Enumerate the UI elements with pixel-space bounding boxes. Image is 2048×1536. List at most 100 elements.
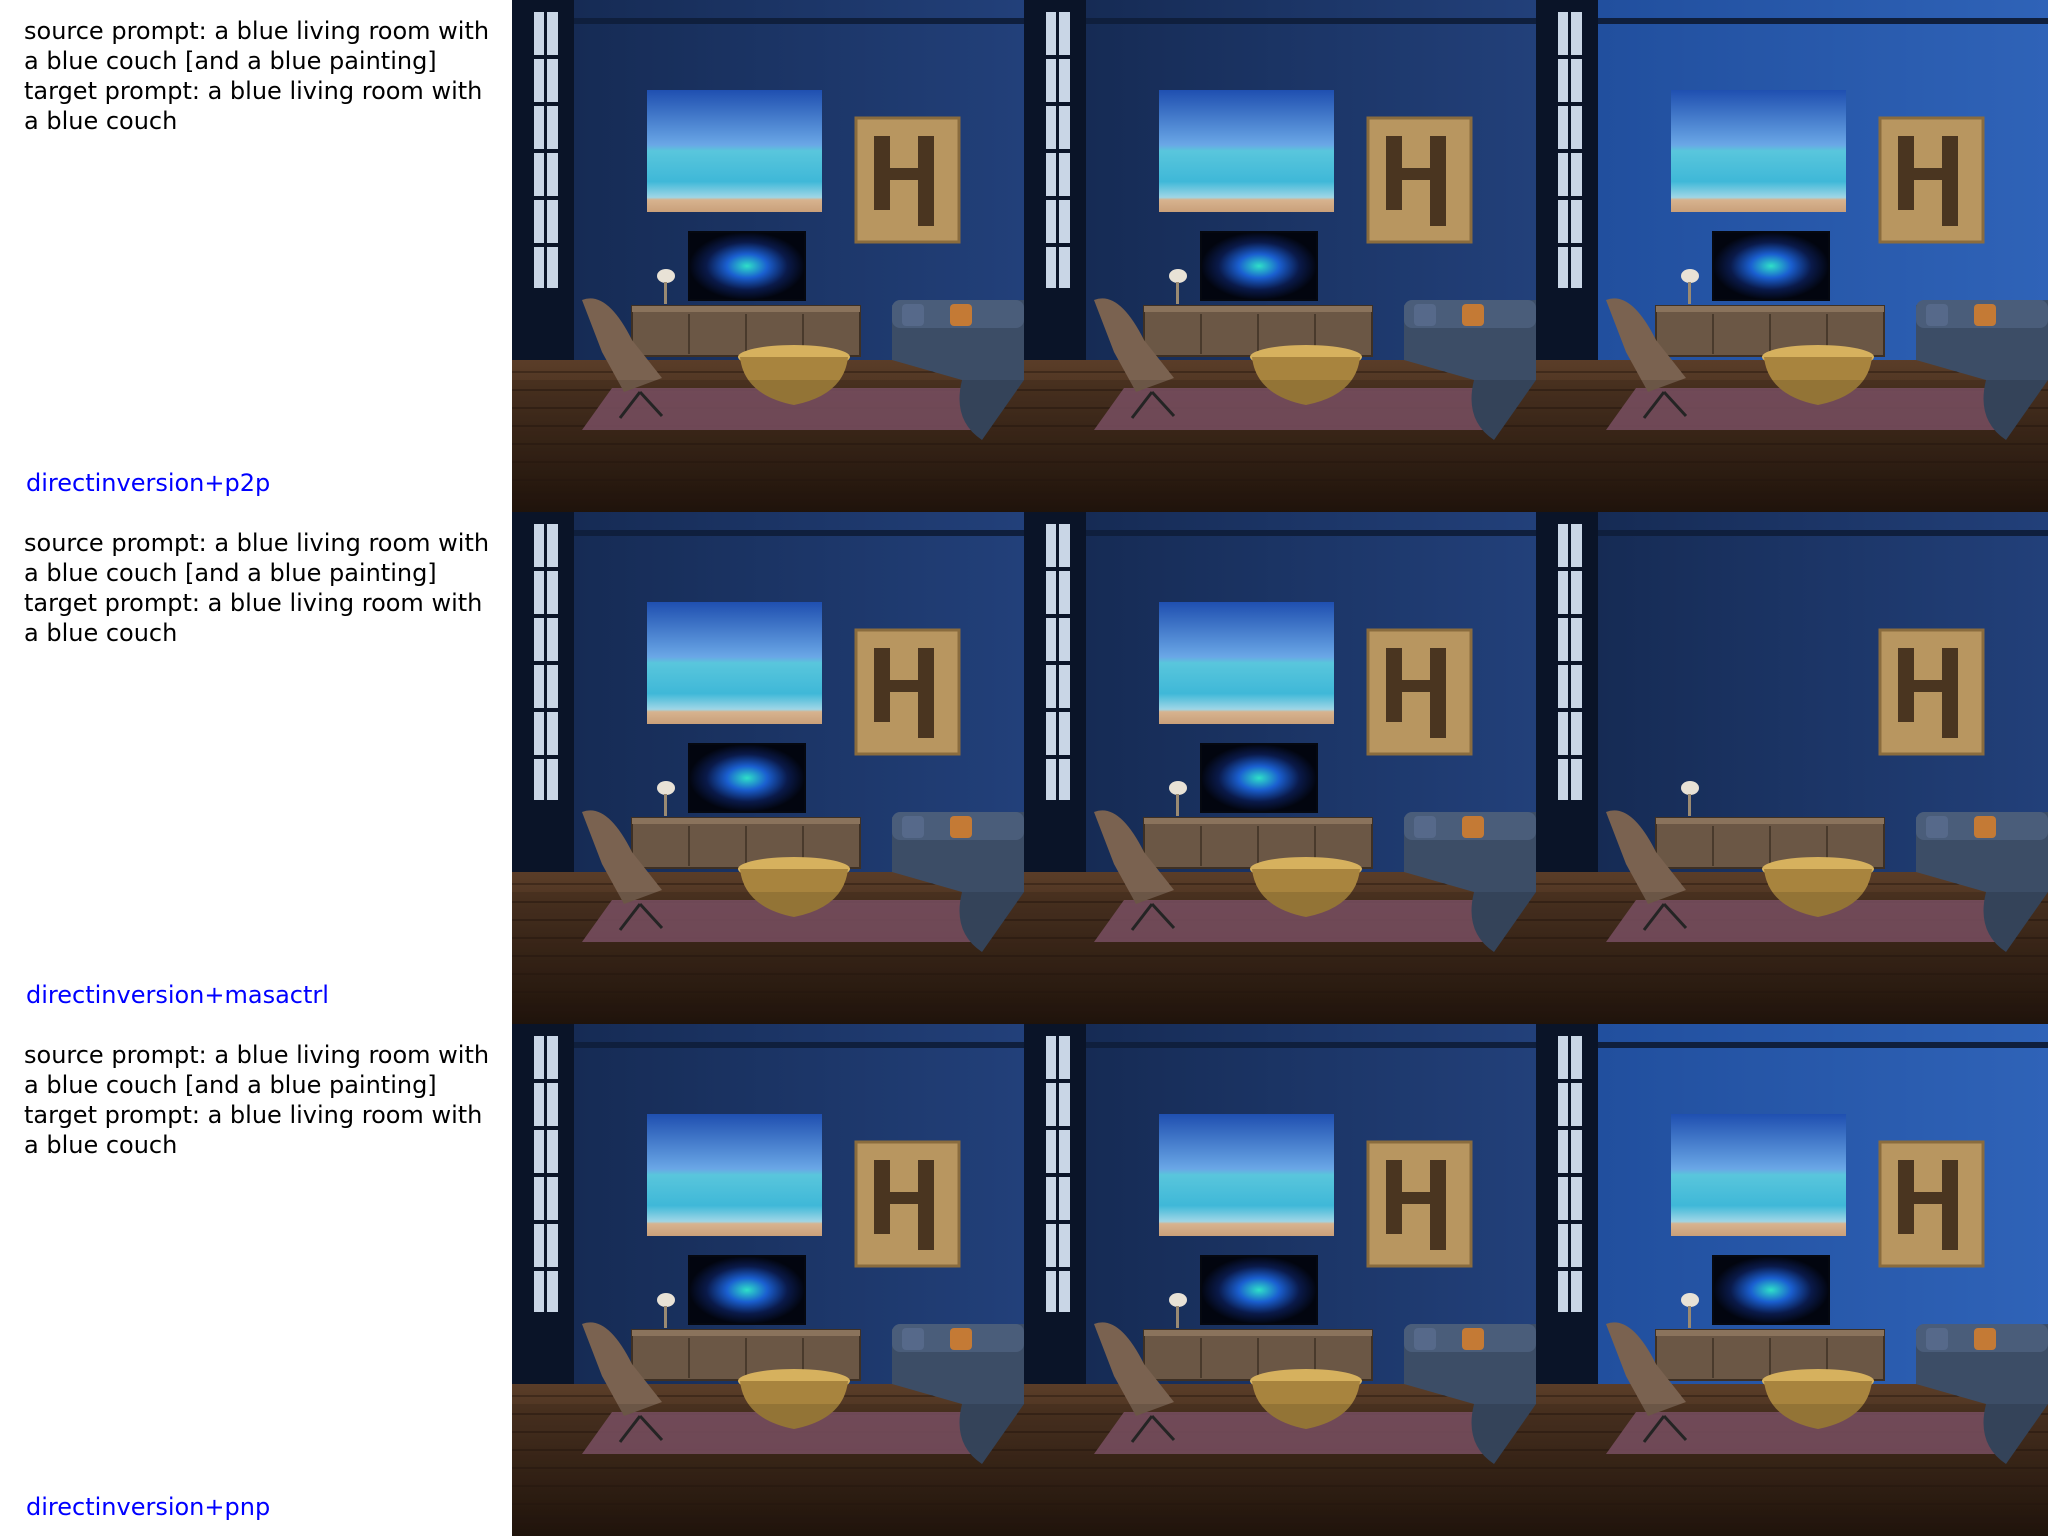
floor-shadow — [512, 1404, 1024, 1536]
lamp-shade — [1169, 781, 1187, 795]
painting — [1159, 90, 1334, 212]
window-mullion — [1568, 8, 1571, 288]
wall-art-cutout — [1386, 680, 1446, 692]
crown-molding — [572, 1042, 1024, 1048]
lamp-stand — [1176, 1306, 1179, 1328]
television — [688, 1255, 806, 1325]
comparison-row-1: source prompt: a blue living room with a… — [0, 0, 2048, 512]
lamp-stand — [1176, 282, 1179, 304]
television — [1200, 231, 1318, 301]
sideboard-top — [1144, 1330, 1372, 1336]
crown-molding — [1084, 530, 1536, 536]
image-panel-reconstruction — [1024, 0, 1536, 512]
blue-cushion — [1926, 816, 1948, 838]
orange-cushion — [1462, 304, 1484, 326]
lamp-stand — [664, 794, 667, 816]
wall-art-cutout — [1430, 648, 1446, 738]
blue-cushion — [1414, 816, 1436, 838]
image-panel-source — [512, 512, 1024, 1024]
lamp-shade — [1169, 1293, 1187, 1307]
lamp-stand — [664, 1306, 667, 1328]
room-scene — [512, 0, 1024, 512]
television — [1712, 1255, 1830, 1325]
orange-cushion — [1462, 1328, 1484, 1350]
floor-shadow — [1536, 892, 2048, 1024]
wall-art-cutout — [1430, 1160, 1446, 1250]
image-panel-source — [512, 1024, 1024, 1536]
wall-art-cutout — [1942, 136, 1958, 226]
painting — [1159, 1114, 1334, 1236]
orange-cushion — [1974, 304, 1996, 326]
orange-cushion — [1974, 1328, 1996, 1350]
orange-cushion — [1974, 816, 1996, 838]
crown-molding — [572, 18, 1024, 24]
floor-shadow — [512, 380, 1024, 512]
lamp-shade — [657, 1293, 675, 1307]
blue-cushion — [902, 816, 924, 838]
lamp-stand — [664, 282, 667, 304]
floor-shadow — [1536, 1404, 2048, 1536]
room-scene — [1024, 1024, 1536, 1536]
crown-molding — [1084, 18, 1536, 24]
television — [688, 231, 806, 301]
lamp-stand — [1176, 794, 1179, 816]
sideboard-top — [1144, 818, 1372, 824]
orange-cushion — [950, 304, 972, 326]
crown-molding — [1084, 1042, 1536, 1048]
window-mullion — [544, 8, 547, 288]
method-label: directinversion+p2p — [26, 469, 271, 497]
crown-molding — [1596, 530, 2048, 536]
orange-cushion — [950, 1328, 972, 1350]
lamp-shade — [1681, 781, 1699, 795]
wall-art-cutout — [918, 136, 934, 226]
window-mullion — [544, 1032, 547, 1312]
comparison-row-3: source prompt: a blue living room with a… — [0, 1024, 2048, 1536]
sideboard-top — [632, 818, 860, 824]
prompt-text: source prompt: a blue living room with a… — [24, 529, 490, 647]
sideboard-top — [632, 306, 860, 312]
wall-art-cutout — [874, 1192, 934, 1204]
row-label-column: source prompt: a blue living room with a… — [0, 512, 512, 1024]
image-panel-edited — [1536, 1024, 2048, 1536]
lamp-shade — [1169, 269, 1187, 283]
room-scene — [1536, 0, 2048, 512]
wall-art-cutout — [1942, 1160, 1958, 1250]
room-scene — [1536, 512, 2048, 1024]
crown-molding — [1596, 1042, 2048, 1048]
television — [688, 743, 806, 813]
painting — [1671, 90, 1846, 212]
wall-art-cutout — [918, 1160, 934, 1250]
window-mullion — [1568, 520, 1571, 800]
painting — [1159, 602, 1334, 724]
blue-cushion — [1926, 304, 1948, 326]
sideboard-top — [1144, 306, 1372, 312]
lamp-shade — [1681, 269, 1699, 283]
blue-cushion — [1414, 1328, 1436, 1350]
window-mullion — [544, 520, 547, 800]
image-panel-edited — [1536, 512, 2048, 1024]
orange-cushion — [1462, 816, 1484, 838]
window-mullion — [1568, 1032, 1571, 1312]
comparison-row-2: source prompt: a blue living room with a… — [0, 512, 2048, 1024]
lamp-stand — [1688, 1306, 1691, 1328]
orange-cushion — [950, 816, 972, 838]
crown-molding — [1596, 18, 2048, 24]
row-label-column: source prompt: a blue living room with a… — [0, 0, 512, 512]
television — [1200, 1255, 1318, 1325]
room-scene — [512, 512, 1024, 1024]
blue-cushion — [1926, 1328, 1948, 1350]
crown-molding — [572, 530, 1024, 536]
room-scene — [512, 1024, 1024, 1536]
room-scene — [1024, 0, 1536, 512]
room-scene — [1536, 1024, 2048, 1536]
sideboard-top — [1656, 818, 1884, 824]
wall-art-cutout — [1430, 136, 1446, 226]
wall-art-cutout — [918, 648, 934, 738]
wall-art-cutout — [1898, 168, 1958, 180]
window-mullion — [1056, 520, 1059, 800]
wall-art-cutout — [874, 680, 934, 692]
floor-shadow — [1536, 380, 2048, 512]
floor-shadow — [1024, 1404, 1536, 1536]
wall-art-cutout — [1386, 1192, 1446, 1204]
floor-shadow — [1024, 892, 1536, 1024]
